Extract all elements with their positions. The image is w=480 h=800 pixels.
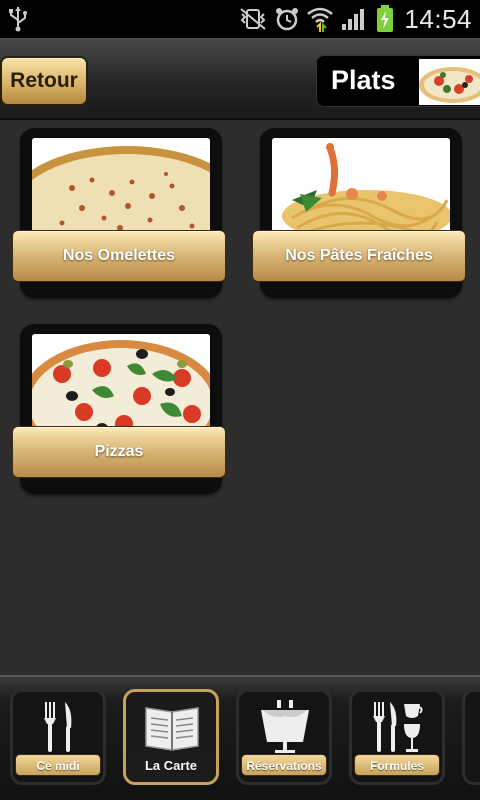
- tab-ce-midi[interactable]: Ce midi: [10, 689, 106, 785]
- tab-reservations[interactable]: Réservations: [236, 689, 332, 785]
- cutlery-icon: [44, 702, 72, 752]
- tab-formules[interactable]: Formules: [349, 689, 445, 785]
- back-button[interactable]: Retour: [0, 56, 88, 106]
- category-tile-pizzas[interactable]: Pizzas: [12, 316, 232, 494]
- category-grid: Nos Omelettes Nos Pâtes Fraîches Pizzas: [0, 120, 480, 675]
- category-label[interactable]: Pizzas: [12, 426, 226, 478]
- header: Retour Plats: [0, 38, 480, 120]
- tab-label: Réservations: [241, 754, 327, 776]
- vibrate-off-icon: [240, 8, 267, 30]
- reserved-table-icon: [261, 700, 309, 753]
- pasta-photo: [272, 138, 450, 238]
- pizza-thumbnail: [419, 59, 480, 105]
- bottom-tab-bar: Ce midi La Carte Réservations Formules: [0, 675, 480, 800]
- category-tile-pasta[interactable]: Nos Pâtes Fraîches: [252, 120, 472, 298]
- page-title: Plats: [331, 65, 396, 95]
- cutlery-drinks-icon: [373, 702, 423, 752]
- status-bar: 14:54: [0, 0, 480, 38]
- omelette-photo: [32, 138, 210, 238]
- menu-book-icon: [145, 707, 199, 751]
- clock: 14:54: [404, 3, 472, 34]
- wifi-icon: [307, 7, 334, 32]
- usb-icon: [9, 7, 27, 32]
- category-tile-omelettes[interactable]: Nos Omelettes: [12, 120, 232, 298]
- alarm-icon: [276, 8, 299, 31]
- tab-label: Formules: [354, 754, 440, 776]
- tab-label: Ce midi: [15, 754, 101, 776]
- pizza-photo: [32, 334, 210, 434]
- signal-icon: [342, 9, 365, 30]
- tab-partial-offscreen[interactable]: [462, 689, 480, 785]
- title-box: Plats: [316, 55, 480, 107]
- tab-la-carte[interactable]: La Carte: [123, 689, 219, 785]
- tab-label: La Carte: [128, 754, 214, 776]
- category-label[interactable]: Nos Pâtes Fraîches: [252, 230, 466, 282]
- battery-charging-icon: [377, 5, 394, 32]
- category-label[interactable]: Nos Omelettes: [12, 230, 226, 282]
